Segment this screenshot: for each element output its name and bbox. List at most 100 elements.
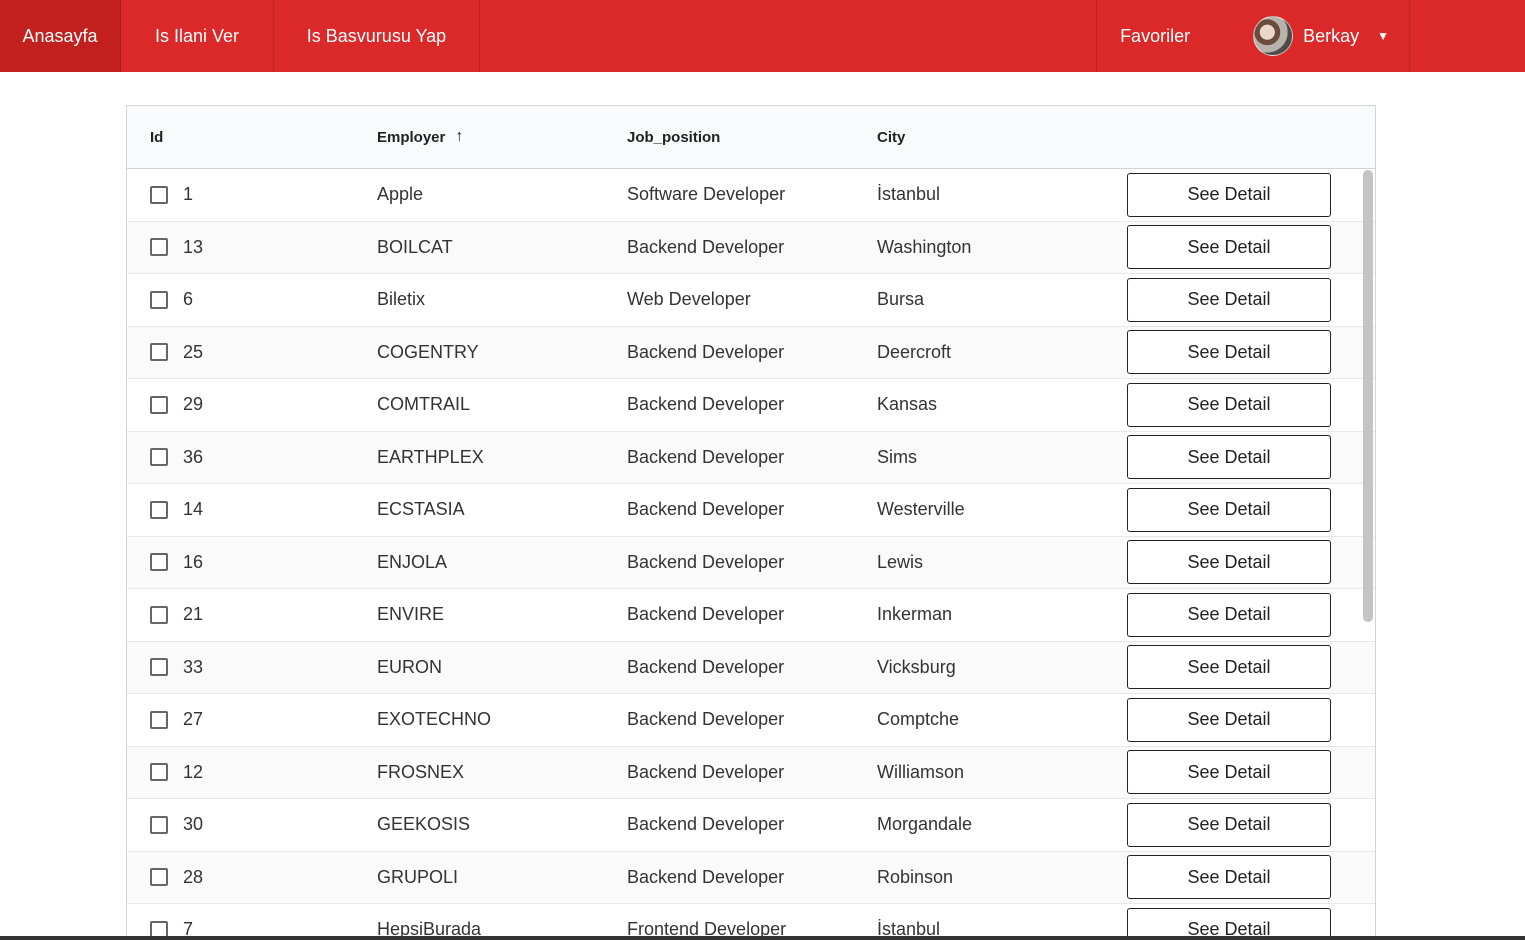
action-cell: See Detail — [1127, 855, 1357, 900]
table-row: 12 FROSNEX Backend Developer Williamson See … — [127, 746, 1375, 799]
see-detail-button[interactable]: See Detail — [1127, 382, 1331, 427]
row-checkbox[interactable] — [150, 343, 168, 362]
table-row: 1 Apple Software Developer İstanbul See Deta… — [127, 169, 1375, 222]
see-detail-button[interactable]: See Detail — [1127, 487, 1331, 532]
cell-id: 33 — [127, 657, 377, 678]
avatar — [1253, 16, 1294, 56]
action-cell: See Detail — [1127, 645, 1357, 690]
user-dropdown[interactable]: Berkay ▼ — [1213, 0, 1410, 72]
cell-id: 16 — [127, 552, 377, 573]
cell-id: 21 — [127, 604, 377, 625]
row-checkbox[interactable] — [150, 395, 168, 414]
employer-cell: EXOTECHNO — [377, 709, 492, 730]
vertical-scrollbar[interactable] — [1363, 170, 1373, 622]
table-row: 21 ENVIRE Backend Developer Inkerman See Det… — [127, 589, 1375, 642]
action-cell: See Detail — [1127, 697, 1357, 742]
see-detail-button[interactable]: See Detail — [1127, 750, 1331, 795]
id-value: 27 — [183, 709, 204, 730]
id-value: 30 — [183, 814, 204, 835]
row-checkbox[interactable] — [150, 553, 168, 572]
cell-id: 6 — [127, 289, 377, 310]
job-position-cell: Backend Developer — [627, 604, 785, 625]
action-cell: See Detail — [1127, 435, 1357, 480]
see-detail-button[interactable]: See Detail — [1127, 330, 1331, 375]
id-value: 29 — [183, 394, 204, 415]
see-detail-button[interactable]: See Detail — [1127, 435, 1331, 480]
cell-id: 27 — [127, 709, 377, 730]
city-cell: Deercroft — [877, 341, 952, 362]
see-detail-button[interactable]: See Detail — [1127, 697, 1331, 742]
city-cell: Morgandale — [877, 814, 973, 835]
row-checkbox[interactable] — [150, 658, 168, 677]
see-detail-button[interactable]: See Detail — [1127, 855, 1331, 900]
row-checkbox[interactable] — [150, 500, 168, 519]
sort-ascending-icon: ↑ — [455, 128, 464, 145]
job-position-cell: Backend Developer — [627, 394, 785, 415]
nav-item-is-basvurusu-yap[interactable]: Is Basvurusu Yap — [274, 0, 480, 72]
employer-cell: GRUPOLI — [377, 866, 459, 887]
see-detail-button[interactable]: See Detail — [1127, 172, 1331, 217]
row-checkbox[interactable] — [150, 238, 168, 257]
row-checkbox[interactable] — [150, 448, 168, 467]
employer-cell: GEEKOSIS — [377, 814, 471, 835]
table-row: 7 HepsiBurada Frontend Developer İstanbul Se… — [127, 904, 1375, 940]
column-header-city[interactable]: City — [877, 129, 1127, 146]
employer-cell: Biletix — [377, 289, 426, 310]
see-detail-button[interactable]: See Detail — [1127, 592, 1331, 637]
job-position-cell: Backend Developer — [627, 814, 785, 835]
table-row: 36 EARTHPLEX Backend Developer Sims See Deta… — [127, 431, 1375, 484]
cell-id: 1 — [127, 184, 377, 205]
action-cell: See Detail — [1127, 382, 1357, 427]
table-row: 25 COGENTRY Backend Developer Deercroft See … — [127, 326, 1375, 379]
table-row: 33 EURON Backend Developer Vicksburg See Det… — [127, 641, 1375, 694]
job-position-cell: Backend Developer — [627, 761, 785, 782]
row-checkbox[interactable] — [150, 868, 168, 887]
see-detail-button[interactable]: See Detail — [1127, 802, 1331, 847]
row-checkbox[interactable] — [150, 290, 168, 309]
city-cell: Bursa — [877, 289, 925, 310]
column-header-id[interactable]: Id — [127, 129, 377, 146]
action-cell: See Detail — [1127, 330, 1357, 375]
employer-cell: FROSNEX — [377, 761, 465, 782]
row-checkbox[interactable] — [150, 710, 168, 729]
cell-id: 13 — [127, 237, 377, 258]
city-cell: Comptche — [877, 709, 960, 730]
job-position-cell: Backend Developer — [627, 341, 785, 362]
id-value: 16 — [183, 551, 204, 572]
see-detail-button[interactable]: See Detail — [1127, 225, 1331, 270]
row-checkbox[interactable] — [150, 605, 168, 624]
nav-item-anasayfa[interactable]: Anasayfa — [0, 0, 121, 72]
job-position-cell: Software Developer — [627, 184, 786, 205]
nav-item-is-ilani-ver[interactable]: Is Ilani Ver — [121, 0, 274, 72]
table-row: 13 BOILCAT Backend Developer Washington See … — [127, 221, 1375, 274]
nav-right: Favoriler Berkay ▼ — [1096, 0, 1410, 72]
action-cell: See Detail — [1127, 225, 1357, 270]
job-postings-table: Id Employer ↑ Job_position City 1 Apple So… — [126, 105, 1376, 940]
column-header-employer[interactable]: Employer ↑ — [377, 128, 627, 146]
employer-cell: COMTRAIL — [377, 394, 471, 415]
action-cell: See Detail — [1127, 802, 1357, 847]
nav-item-favoriler[interactable]: Favoriler — [1097, 0, 1213, 72]
row-checkbox[interactable] — [150, 763, 168, 782]
see-detail-button[interactable]: See Detail — [1127, 540, 1331, 585]
city-cell: Williamson — [877, 761, 965, 782]
id-value: 36 — [183, 446, 204, 467]
window-bottom-edge — [0, 936, 1525, 940]
city-cell: Inkerman — [877, 604, 953, 625]
city-cell: Sims — [877, 446, 917, 467]
id-value: 21 — [183, 604, 204, 625]
table-row: 27 EXOTECHNO Backend Developer Comptche See … — [127, 694, 1375, 747]
id-value: 1 — [183, 184, 194, 205]
id-value: 28 — [183, 866, 204, 887]
cell-id: 28 — [127, 867, 377, 888]
table-row: 28 GRUPOLI Backend Developer Robinson See De… — [127, 851, 1375, 904]
see-detail-button[interactable]: See Detail — [1127, 645, 1331, 690]
table-row: 30 GEEKOSIS Backend Developer Morgandale See… — [127, 799, 1375, 852]
column-header-job-position[interactable]: Job_position — [627, 129, 877, 146]
row-checkbox[interactable] — [150, 185, 168, 204]
row-checkbox[interactable] — [150, 815, 168, 834]
action-cell: See Detail — [1127, 277, 1357, 322]
see-detail-button[interactable]: See Detail — [1127, 277, 1331, 322]
job-position-cell: Backend Developer — [627, 236, 785, 257]
city-cell: Kansas — [877, 394, 938, 415]
